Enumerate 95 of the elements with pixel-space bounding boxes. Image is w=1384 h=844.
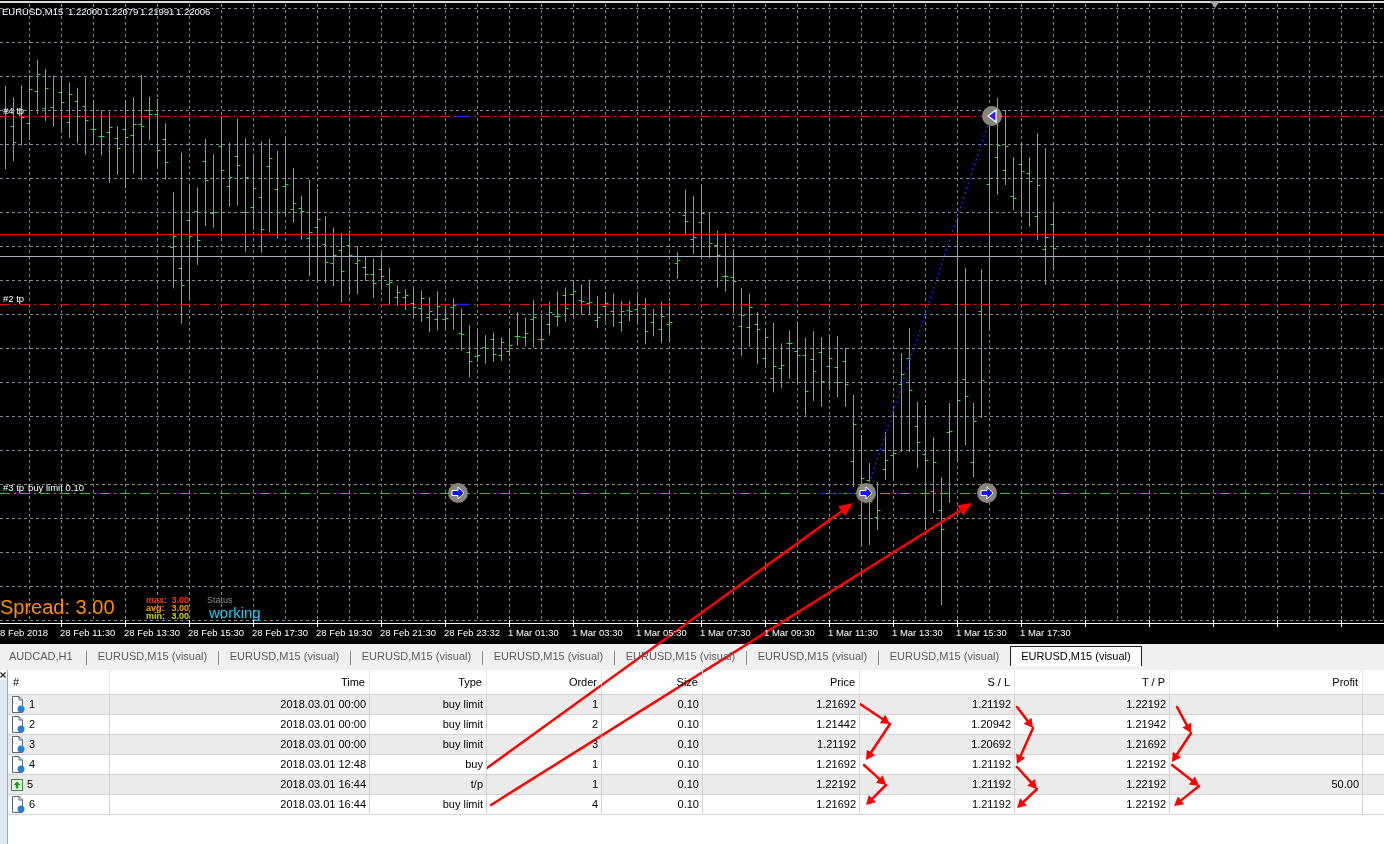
table-cell: 3 (487, 735, 602, 754)
table-cell: 1 (487, 695, 602, 714)
table-cell: buy limit (370, 715, 487, 734)
axis-label: 1 Mar 17:30 (1020, 627, 1071, 638)
table-cell: buy limit (370, 695, 487, 714)
table-cell: 1.21192 (703, 735, 860, 754)
table-row[interactable]: 5 2018.03.01 16:44 t/p 1 0.10 1.22192 1.21192 1.22192 50.00 (8, 775, 1384, 795)
table-cell: 0.10 (602, 795, 703, 814)
table-cell: 0.10 (602, 775, 703, 794)
table-cell: buy (370, 755, 487, 774)
column-header[interactable]: Time (110, 670, 370, 694)
table-cell: t/p (370, 775, 487, 794)
table-cell: 2018.03.01 00:00 (110, 735, 370, 754)
table-row[interactable]: 1 2018.03.01 00:00 buy limit 1 0.10 1.21692 1.21192 1.22192 (8, 695, 1384, 715)
table-cell: 1.22192 (703, 775, 860, 794)
column-header[interactable]: Order (487, 670, 602, 694)
axis-label: 28 Feb 15:30 (188, 627, 244, 638)
table-cell: 2018.03.01 16:44 (110, 775, 370, 794)
axis-label: 1 Mar 15:30 (956, 627, 1007, 638)
quote-value: 1.22000 (68, 6, 103, 17)
axis-label: 1 Mar 03:30 (572, 627, 623, 638)
table-cell: 2018.03.01 16:44 (110, 795, 370, 814)
triangle-marker-icon[interactable] (1210, 1, 1220, 8)
table-cell: 0.10 (602, 755, 703, 774)
axis-label: 1 Mar 09:30 (764, 627, 815, 638)
row-number: 3 (29, 737, 36, 753)
axis-label: 8 Feb 2018 (0, 627, 49, 638)
table-cell: 1.21192 (860, 695, 1015, 714)
row-number: 4 (29, 757, 36, 773)
axis-label: 28 Feb 11:30 (60, 627, 116, 638)
table-cell: 0.10 (602, 735, 703, 754)
table-cell: 1 (487, 755, 602, 774)
zigzag-arrow (862, 763, 888, 805)
table-cell: 2018.03.01 00:00 (110, 695, 370, 714)
document-icon (11, 716, 25, 733)
table-cell: 0.10 (602, 695, 703, 714)
column-header[interactable]: S / L (860, 670, 1015, 694)
table-cell: buy limit (370, 735, 487, 754)
axis-label: 28 Feb 13:30 (124, 627, 180, 638)
chart-tab[interactable]: EURUSD,M15 (visual) (483, 646, 614, 666)
table-cell: 2018.03.01 12:48 (110, 755, 370, 774)
chart-tab[interactable]: EURUSD,M15 (visual) (87, 646, 218, 666)
zigzag-arrow (858, 702, 892, 760)
status-value: working (209, 604, 261, 621)
column-header[interactable]: Price (703, 670, 860, 694)
stat-value: 3.00 (171, 611, 189, 621)
axis-label: 28 Feb 21:30 (380, 627, 436, 638)
zigzag-arrow (1015, 705, 1035, 764)
symbol-label: EURUSD,M15 (2, 6, 64, 17)
table-cell: 4 (487, 795, 602, 814)
table-cell: 1.21692 (1015, 735, 1170, 754)
table-cell: 2018.03.01 00:00 (110, 715, 370, 734)
quote-value: 1.22006 (176, 6, 211, 17)
chart-tab[interactable]: EURUSD,M15 (visual) (747, 646, 878, 666)
axis-label: 1 Mar 11:30 (828, 627, 878, 638)
table-row[interactable]: 6 2018.03.01 16:44 buy limit 4 0.10 1.21692 1.21192 1.22192 (8, 795, 1384, 815)
column-header[interactable]: T / P (1015, 670, 1170, 694)
table-cell: 1.22192 (1015, 695, 1170, 714)
table-cell: 1.21692 (703, 695, 860, 714)
column-header[interactable]: Profit (1170, 670, 1363, 694)
axis-label: 1 Mar 07:30 (700, 627, 751, 638)
table-cell: 0.10 (602, 715, 703, 734)
column-header[interactable]: # (8, 670, 110, 694)
close-icon[interactable] (0, 672, 6, 678)
axis-label: 28 Feb 23:32 (444, 627, 500, 638)
table-cell: 1.21692 (703, 795, 860, 814)
table-cell: buy limit (370, 795, 487, 814)
document-icon (11, 796, 25, 813)
column-header[interactable]: Type (370, 670, 487, 694)
zigzag-arrow (1015, 765, 1039, 808)
axis-label: 28 Feb 17:30 (252, 627, 308, 638)
up-arrow-icon (11, 778, 23, 791)
quote-value: 1.21991 (140, 6, 175, 17)
table-cell: 1 (487, 775, 602, 794)
row-number: 2 (29, 717, 36, 733)
row-number: 6 (29, 797, 36, 813)
table-row[interactable]: 4 2018.03.01 12:48 buy 1 0.10 1.21692 1.21192 1.22192 (8, 755, 1384, 775)
axis-label: 1 Mar 01:30 (508, 627, 559, 638)
row-number: 1 (29, 697, 36, 713)
table-cell: 1.21442 (703, 715, 860, 734)
chart-tab[interactable]: AUDCAD,H1 (0, 646, 86, 666)
table-cell: 2 (487, 715, 602, 734)
row-number: 5 (27, 777, 34, 793)
axis-label: 28 Feb 19:30 (316, 627, 372, 638)
quote-value: 1.22079 (104, 6, 139, 17)
chart-tab[interactable]: EURUSD,M15 (visual) (219, 646, 350, 666)
stat-label: min: (146, 611, 165, 621)
document-icon (11, 756, 25, 773)
chart-tab[interactable]: EURUSD,M15 (visual) (879, 646, 1010, 666)
document-icon (11, 736, 25, 753)
axis-label: 1 Mar 13:30 (892, 627, 943, 638)
chart-tab[interactable]: EURUSD,M15 (visual) (351, 646, 482, 666)
chart-tab[interactable]: EURUSD,M15 (visual) (1010, 646, 1142, 666)
table-row[interactable]: 3 2018.03.01 00:00 buy limit 3 0.10 1.21192 1.20692 1.21692 (8, 735, 1384, 755)
table-cell: 1.21692 (703, 755, 860, 774)
